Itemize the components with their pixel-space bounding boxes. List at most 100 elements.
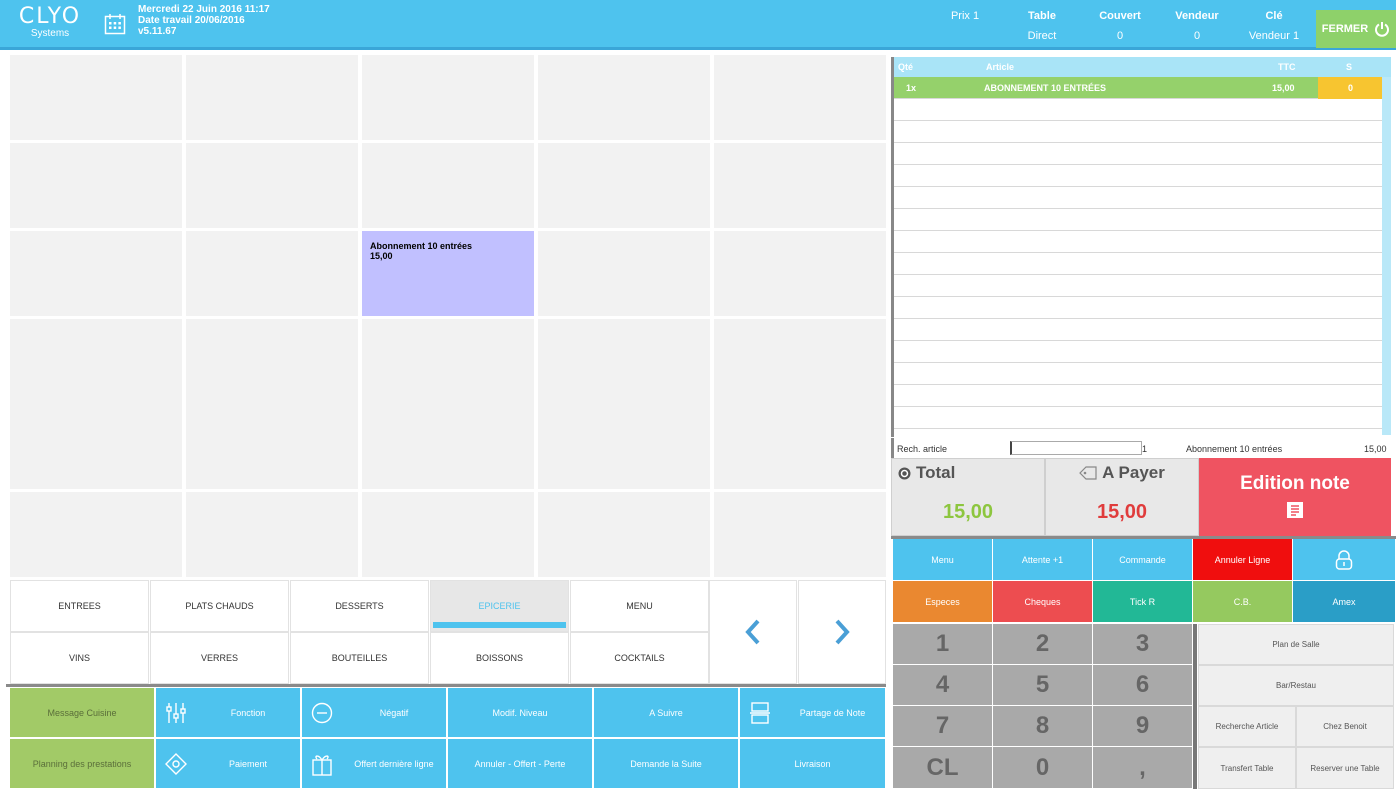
product-slot[interactable] — [538, 55, 710, 140]
product-abonnement-10-entrees[interactable]: Abonnement 10 entrées 15,00 — [362, 231, 534, 316]
product-slot[interactable] — [10, 404, 182, 489]
product-slot[interactable] — [538, 319, 710, 404]
fonction-button[interactable]: Fonction — [156, 688, 301, 738]
key-6[interactable]: 6 — [1093, 665, 1193, 706]
chez-benoit-button[interactable]: Chez Benoit — [1296, 706, 1394, 747]
transfert-table-button[interactable]: Transfert Table — [1198, 747, 1296, 789]
key-clear[interactable]: CL — [893, 747, 993, 789]
table-selector[interactable]: Table Direct — [1002, 0, 1082, 50]
message-cuisine-button[interactable]: Message Cuisine — [10, 688, 155, 738]
key-3[interactable]: 3 — [1093, 624, 1193, 665]
product-slot[interactable] — [10, 231, 182, 316]
partage-note-button[interactable]: Partage de Note — [740, 688, 886, 738]
edition-note-button[interactable]: Edition note — [1199, 458, 1391, 536]
cheques-button[interactable]: Cheques — [993, 581, 1093, 623]
key-9[interactable]: 9 — [1093, 706, 1193, 747]
a-suivre-button[interactable]: A Suivre — [594, 688, 739, 738]
key-2[interactable]: 2 — [993, 624, 1093, 665]
key-4[interactable]: 4 — [893, 665, 993, 706]
close-label: FERMER — [1321, 23, 1369, 35]
livraison-button[interactable]: Livraison — [740, 739, 886, 789]
key-5[interactable]: 5 — [993, 665, 1093, 706]
product-slot[interactable] — [10, 143, 182, 228]
negatif-button[interactable]: Négatif — [302, 688, 447, 738]
category-plats-chauds[interactable]: PLATS CHAUDS — [150, 580, 289, 632]
category-desserts[interactable]: DESSERTS — [290, 580, 429, 632]
product-slot[interactable] — [186, 55, 358, 140]
price-level[interactable]: Prix 1 — [925, 0, 1005, 50]
reserver-table-button[interactable]: Reserver une Table — [1296, 747, 1394, 789]
lock-button[interactable] — [1293, 539, 1396, 581]
close-button[interactable]: FERMER — [1316, 10, 1396, 48]
product-slot[interactable] — [362, 319, 534, 404]
category-verres[interactable]: VERRES — [150, 632, 289, 684]
product-slot[interactable] — [10, 55, 182, 140]
product-slot[interactable] — [186, 404, 358, 489]
line-article: ABONNEMENT 10 ENTRÉES — [984, 83, 1107, 93]
attente-button[interactable]: Attente +1 — [993, 539, 1093, 581]
couvert-selector[interactable]: Couvert 0 — [1080, 0, 1160, 50]
key-8[interactable]: 8 — [993, 706, 1093, 747]
product-slot[interactable] — [186, 319, 358, 404]
product-slot[interactable] — [10, 319, 182, 404]
product-slot[interactable] — [186, 143, 358, 228]
key-comma[interactable]: , — [1093, 747, 1193, 789]
category-epicerie[interactable]: EPICERIE — [430, 580, 569, 632]
product-slot[interactable] — [538, 143, 710, 228]
product-slot[interactable] — [714, 404, 886, 489]
plan-de-salle-button[interactable]: Plan de Salle — [1198, 624, 1394, 665]
demande-suite-button[interactable]: Demande la Suite — [594, 739, 739, 789]
product-slot[interactable] — [714, 319, 886, 404]
ticket-line[interactable]: 1x ABONNEMENT 10 ENTRÉES 15,00 0 — [894, 77, 1383, 99]
product-slot[interactable] — [362, 492, 534, 577]
product-slot[interactable] — [362, 55, 534, 140]
ticket-line-empty — [894, 385, 1382, 407]
category-boissons[interactable]: BOISSONS — [430, 632, 569, 684]
category-menu[interactable]: MENU — [570, 580, 709, 632]
couvert-value: 0 — [1116, 30, 1124, 42]
commande-button[interactable]: Commande — [1093, 539, 1193, 581]
cle-selector[interactable]: Clé Vendeur 1 — [1234, 0, 1314, 50]
annuler-offert-perte-button[interactable]: Annuler - Offert - Perte — [448, 739, 593, 789]
button-label: Amex — [1332, 596, 1356, 607]
product-slot[interactable] — [714, 143, 886, 228]
annuler-ligne-button[interactable]: Annuler Ligne — [1193, 539, 1293, 581]
vendeur-selector[interactable]: Vendeur 0 — [1157, 0, 1237, 50]
key-1[interactable]: 1 — [893, 624, 993, 665]
cb-button[interactable]: C.B. — [1193, 581, 1293, 623]
calendar-icon[interactable] — [104, 13, 126, 35]
ticket-line-empty — [894, 297, 1382, 319]
bar-restau-button[interactable]: Bar/Restau — [1198, 665, 1394, 706]
category-prev-button[interactable] — [709, 580, 797, 684]
especes-button[interactable]: Especes — [893, 581, 993, 623]
category-next-button[interactable] — [798, 580, 886, 684]
ticket-scrollbar[interactable] — [1382, 77, 1391, 435]
category-entrees[interactable]: ENTREES — [10, 580, 149, 632]
planning-button[interactable]: Planning des prestations — [10, 739, 155, 789]
product-slot[interactable] — [362, 143, 534, 228]
modif-niveau-button[interactable]: Modif. Niveau — [448, 688, 593, 738]
paiement-button[interactable]: Paiement — [156, 739, 301, 789]
product-slot[interactable] — [714, 231, 886, 316]
category-bouteilles[interactable]: BOUTEILLES — [290, 632, 429, 684]
product-slot[interactable] — [538, 404, 710, 489]
offert-derniere-ligne-button[interactable]: Offert dernière ligne — [302, 739, 447, 789]
ticket-line-empty — [894, 99, 1382, 121]
amex-button[interactable]: Amex — [1293, 581, 1396, 623]
key-7[interactable]: 7 — [893, 706, 993, 747]
category-vins[interactable]: VINS — [10, 632, 149, 684]
product-slot[interactable] — [714, 55, 886, 140]
category-cocktails[interactable]: COCKTAILS — [570, 632, 709, 684]
product-slot[interactable] — [538, 231, 710, 316]
product-slot[interactable] — [186, 492, 358, 577]
product-slot[interactable] — [362, 404, 534, 489]
recherche-article-button[interactable]: Recherche Article — [1198, 706, 1296, 747]
menu-button[interactable]: Menu — [893, 539, 993, 581]
product-slot[interactable] — [10, 492, 182, 577]
product-slot[interactable] — [714, 492, 886, 577]
product-slot[interactable] — [538, 492, 710, 577]
key-0[interactable]: 0 — [993, 747, 1093, 789]
tick-r-button[interactable]: Tick R — [1093, 581, 1193, 623]
product-slot[interactable] — [186, 231, 358, 316]
search-input[interactable] — [1010, 441, 1142, 455]
